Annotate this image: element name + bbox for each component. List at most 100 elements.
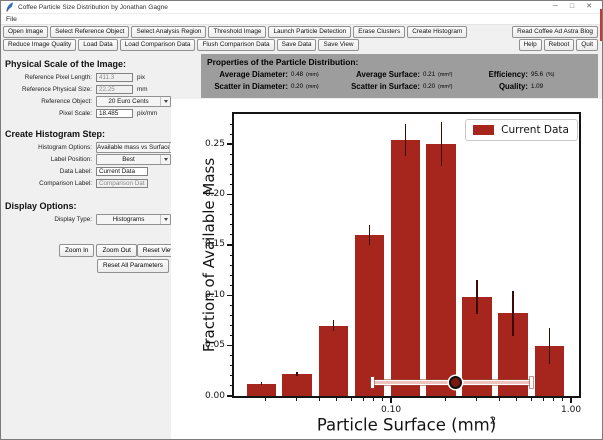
entry-data-label[interactable]: [96, 167, 148, 176]
error-bar: [512, 291, 514, 335]
stat-unit-efficiency: (%): [546, 72, 554, 78]
y-minor-tick: [230, 365, 233, 366]
toolbar-button-launch-particle-detection[interactable]: Launch Particle Detection: [268, 26, 351, 38]
toolbar-row-1: Open ImageSelect Reference ObjectSelect …: [3, 26, 600, 38]
y-axis-label: Fraction of Available Mass: [200, 158, 218, 352]
range-slider-knob[interactable]: [449, 376, 462, 389]
stat-label-scatter-in-diameter: Scatter in Diameter:: [207, 82, 291, 91]
x-minor-tick: [499, 398, 500, 401]
combobox-value-label-position: Best: [97, 156, 160, 163]
toolbar-button-save-view[interactable]: Save View: [318, 39, 358, 51]
x-minor-tick: [373, 398, 374, 401]
close-icon[interactable]: ✕: [586, 3, 592, 11]
y-minor-tick: [230, 335, 233, 336]
y-minor-tick: [230, 275, 233, 276]
toolbar-button-erase-clusters[interactable]: Erase Clusters: [353, 26, 405, 38]
y-minor-tick: [230, 174, 233, 175]
y-minor-tick: [230, 234, 233, 235]
properties-heading: Properties of the Particle Distribution:: [207, 57, 592, 67]
stat-unit-scatter-in-surface: (mm²): [438, 84, 452, 90]
y-minor-tick: [230, 134, 233, 135]
field-label-pixel-scale: Pixel Scale:: [1, 110, 96, 117]
combobox-value-display-type: Histograms: [97, 216, 160, 223]
chevron-down-icon: [160, 97, 170, 106]
toolbar-button-quit[interactable]: Quit: [576, 39, 598, 51]
combobox-label-position[interactable]: Best: [96, 154, 171, 165]
menu-item-file[interactable]: File: [6, 16, 17, 23]
control-panel: Physical Scale of the Image: Reference P…: [1, 54, 171, 440]
x-axis-label: Particle Surface (mm2): [317, 416, 496, 435]
screen-edge-artifact: [600, 9, 602, 41]
toolbar-button-open-image[interactable]: Open Image: [3, 26, 48, 38]
toolbar-button-threshold-image[interactable]: Threshold Image: [208, 26, 266, 38]
chart-canvas[interactable]: 0.101.000.000.050.100.150.200.25Fraction…: [171, 99, 603, 440]
x-minor-tick: [265, 398, 266, 401]
toolbar-button-read-coffee-ad-astra-blog[interactable]: Read Coffee Ad Astra Blog: [512, 26, 598, 38]
toolbar-row-2: Reduce Image QualityLoad DataLoad Compar…: [3, 39, 600, 51]
entry-comparison-label: [96, 179, 148, 188]
field-row-histogram-options: Histogram Options:Available mass vs Surf…: [1, 142, 171, 152]
x-minor-tick: [363, 398, 364, 401]
stat-value-quality: 1.09: [531, 83, 575, 90]
toolbar-button-flush-comparison-data[interactable]: Flush Comparison Data: [197, 39, 274, 51]
x-minor-tick: [553, 398, 554, 401]
histogram-bar: [391, 140, 421, 396]
toolbar-button-load-comparison-data[interactable]: Load Comparison Data: [120, 39, 196, 51]
combobox-value-histogram-options: Available mass vs Surface: [97, 144, 169, 151]
field-label-comparison-label: Comparison Label:: [1, 180, 96, 187]
stat-unit-average-diameter: (mm): [306, 72, 319, 78]
field-row-pixel-scale: Pixel Scale: pix/mm: [1, 108, 171, 118]
toolbar-button-help[interactable]: Help: [519, 39, 542, 51]
zoom-in-button[interactable]: Zoom In: [59, 244, 94, 257]
entry-pixel-scale[interactable]: [96, 109, 133, 118]
error-bar: [441, 122, 443, 166]
combobox-reference-object[interactable]: 20 Euro Cents: [96, 96, 171, 107]
y-minor-tick: [230, 164, 233, 165]
minimize-icon[interactable]: ─: [553, 3, 558, 11]
combobox-histogram-options[interactable]: Available mass vs Surface: [96, 142, 180, 153]
toolbar-button-reboot[interactable]: Reboot: [544, 39, 575, 51]
field-row-reference-pixel-length: Reference Pixel Length: pix: [1, 72, 171, 82]
reset-all-parameters-button[interactable]: Reset All Parameters: [97, 259, 169, 272]
toolbar-button-load-data[interactable]: Load Data: [78, 39, 118, 51]
range-slider-left-cap[interactable]: [371, 377, 374, 388]
y-tick-label: 0.00: [199, 391, 225, 402]
y-major-tick: [227, 395, 232, 397]
error-bar: [261, 382, 263, 385]
stat-value-average-surface: 0.21(mm²): [423, 71, 467, 78]
x-minor-tick: [296, 398, 297, 401]
toolbar-button-select-analysis-region[interactable]: Select Analysis Region: [131, 26, 206, 38]
x-minor-tick: [351, 398, 352, 401]
app-feather-icon: [5, 2, 14, 12]
field-label-label-position: Label Position:: [1, 156, 96, 163]
zoom-out-button[interactable]: Zoom Out: [96, 244, 136, 257]
y-minor-tick: [230, 154, 233, 155]
toolbar-button-select-reference-object[interactable]: Select Reference Object: [50, 26, 129, 38]
toolbar-button-create-histogram[interactable]: Create Histogram: [407, 26, 467, 38]
range-slider-right-cap[interactable]: [530, 377, 533, 388]
y-minor-tick: [230, 214, 233, 215]
window-title: Coffee Particle Size Distribution by Jon…: [18, 4, 553, 11]
field-label-reference-physical-size: Reference Physical Size:: [1, 86, 96, 93]
field-unit-reference-physical-size: mm: [137, 86, 148, 93]
field-label-reference-pixel-length: Reference Pixel Length:: [1, 74, 96, 81]
menu-bar: File: [1, 14, 602, 25]
stat-value-scatter-in-surface: 0.20(mm²): [423, 83, 467, 90]
field-label-reference-object: Reference Object:: [1, 98, 96, 105]
x-minor-tick: [531, 398, 532, 401]
histogram-bar: [319, 326, 349, 397]
x-tick-label: 1.00: [559, 405, 583, 416]
field-row-label-position: Label Position:Best: [1, 154, 171, 164]
toolbar-button-reduce-image-quality[interactable]: Reduce Image Quality: [3, 39, 76, 51]
field-label-data-label: Data Label:: [1, 168, 96, 175]
field-unit-pixel-scale: pix/mm: [137, 110, 157, 117]
legend-label: Current Data: [501, 124, 569, 136]
toolbar-button-save-data[interactable]: Save Data: [277, 39, 317, 51]
error-bar: [476, 280, 478, 314]
maximize-icon[interactable]: □: [570, 3, 574, 11]
entry-reference-pixel-length: [96, 73, 133, 82]
y-minor-tick: [230, 204, 233, 205]
histogram-bar: [355, 235, 385, 396]
combobox-display-type[interactable]: Histograms: [96, 214, 171, 225]
field-unit-reference-pixel-length: pix: [137, 74, 145, 81]
